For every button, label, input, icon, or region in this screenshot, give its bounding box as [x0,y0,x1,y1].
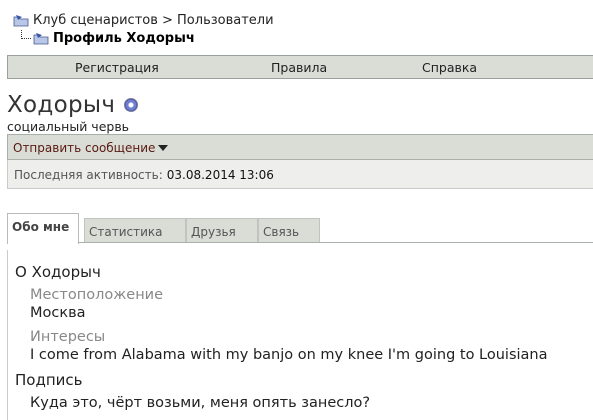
tab-friends[interactable]: Друзья [186,218,258,243]
breadcrumb-current: Профиль Ходорыч [53,30,195,46]
nav-help-link[interactable]: Справка [422,60,477,75]
activity-box: Последняя активность: 03.08.2014 13:06 [7,160,593,189]
tab-divider [78,242,593,243]
signature-title: Подпись [15,371,83,389]
last-activity-value: 03.08.2014 13:06 [166,168,274,182]
profile-usertitle: социальный червь [7,119,130,134]
profile-actions-bar: Отправить сообщение [7,134,593,160]
folder-icon [13,14,29,26]
navbar: Регистрация Правила Справка [7,55,593,79]
location-value: Москва [30,305,86,321]
nav-rules-link[interactable]: Правила [271,60,327,75]
send-message-button[interactable]: Отправить сообщение [13,141,169,155]
profile-username: Ходорыч [7,92,116,118]
folder-icon [33,32,49,44]
tab-statistics[interactable]: Статистика [84,218,186,243]
breadcrumb-parent-row: Клуб сценаристов > Пользователи [13,11,274,29]
breadcrumb-current-row: Профиль Ходорыч [13,29,274,47]
signature-value: Куда это, чёрт возьми, меня опять занесл… [30,395,371,411]
interests-value: I come from Alabama with my banjo on my … [30,347,548,363]
breadcrumb: Клуб сценаристов > Пользователи Профиль … [13,11,274,47]
tree-connector [21,29,31,39]
last-activity: Последняя активность: 03.08.2014 13:06 [14,168,274,182]
dropdown-caret-icon [158,145,169,151]
send-message-label: Отправить сообщение [13,141,156,155]
last-activity-label: Последняя активность: [14,168,163,182]
nav-register-link[interactable]: Регистрация [75,60,159,75]
interests-label: Интересы [30,329,106,345]
breadcrumb-parent-link[interactable]: Клуб сценаристов > Пользователи [33,13,274,28]
offline-status-icon [124,98,138,112]
location-label: Местоположение [30,287,164,303]
tab-contact[interactable]: Связь [258,218,320,243]
about-panel: О Ходорыч Местоположение Москва Интересы… [7,250,593,420]
about-title: О Ходорыч [15,263,101,281]
tab-about[interactable]: Обо мне [7,213,79,244]
